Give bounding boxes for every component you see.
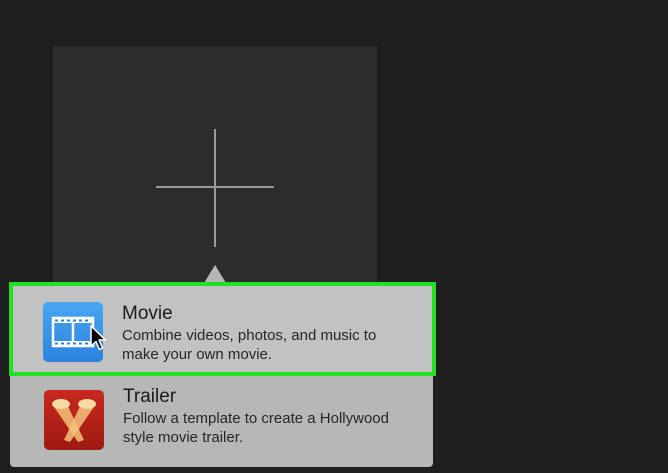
movie-title: Movie xyxy=(122,303,173,324)
movie-description-line-1: Combine videos, photos, and music to xyxy=(122,327,377,344)
spotlights-icon xyxy=(44,390,104,450)
plus-icon-vertical xyxy=(214,129,216,247)
trailer-title: Trailer xyxy=(123,386,177,407)
movie-description: Combine videos, photos, and music to mak… xyxy=(122,326,422,364)
trailer-description-line-1: Follow a template to create a Hollywood xyxy=(123,410,389,427)
popover-arrow xyxy=(204,265,226,283)
new-project-menu: Movie Combine videos, photos, and music … xyxy=(9,282,436,467)
menu-item-movie[interactable]: Movie Combine videos, photos, and music … xyxy=(9,282,436,376)
trailer-description-line-2: style movie trailer. xyxy=(123,429,244,446)
movie-description-line-2: make your own movie. xyxy=(122,346,273,363)
mouse-cursor-icon xyxy=(90,325,107,351)
menu-item-trailer[interactable]: Trailer Follow a template to create a Ho… xyxy=(10,378,433,467)
trailer-description: Follow a template to create a Hollywood … xyxy=(123,409,423,447)
